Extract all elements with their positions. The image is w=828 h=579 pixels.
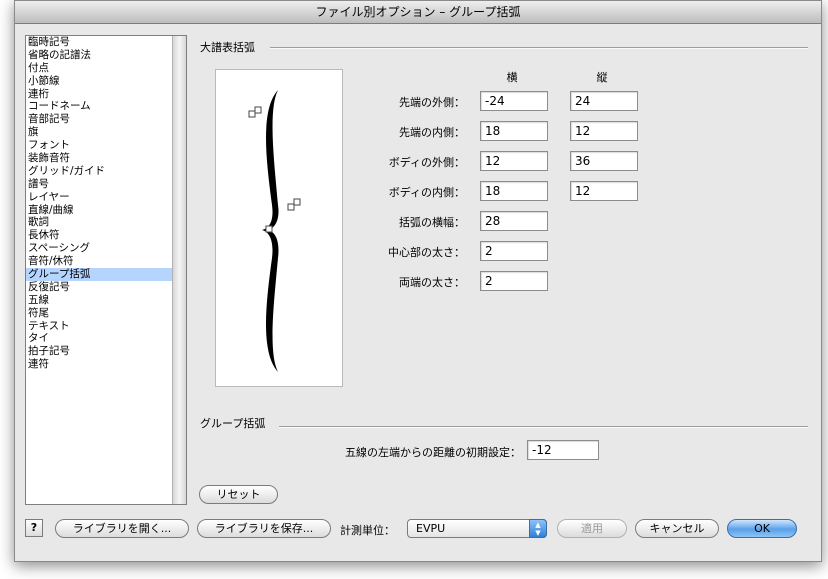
sidebar-item[interactable]: グリッド/ガイド	[26, 165, 172, 178]
vertical-field[interactable]: 12	[570, 121, 638, 141]
row-label: 両端の太さ：	[399, 276, 465, 289]
horizontal-field[interactable]: 12	[480, 151, 548, 171]
sidebar-item[interactable]: 連桁	[26, 88, 172, 101]
vertical-field[interactable]: 24	[570, 91, 638, 111]
handle-center-icon[interactable]	[265, 225, 273, 233]
sidebar-item[interactable]: タイ	[26, 332, 172, 345]
category-list[interactable]: 臨時記号 省略の記譜法 付点 小節線 連桁 コードネーム 音部記号旗フォント 装飾音符 グリッド…	[25, 35, 187, 505]
sidebar-item[interactable]: グループ括弧	[26, 268, 172, 281]
options-window: ファイル別オプション – グループ括弧 臨時記号 省略の記譜法 付点 小節線 連桁 コード…	[14, 0, 822, 562]
bracket-preview-graphic	[248, 90, 301, 372]
group-section-divider	[279, 426, 808, 428]
sidebar-item[interactable]: 小節線	[26, 75, 172, 88]
handle-top-icon[interactable]	[248, 106, 262, 118]
sidebar-item[interactable]: 旗	[26, 126, 172, 139]
sidebar-item[interactable]: テキスト	[26, 320, 172, 333]
row-label: 中心部の太さ：	[388, 246, 465, 259]
sidebar-item[interactable]: 譜号	[26, 178, 172, 191]
apply-button[interactable]: 適用	[557, 519, 627, 538]
units-select[interactable]: EVPU ▲ ▼	[407, 519, 547, 538]
sidebar-item[interactable]: 装飾音符	[26, 152, 172, 165]
sidebar-item[interactable]: コードネーム	[26, 100, 172, 113]
select-arrows-icon: ▲ ▼	[529, 519, 547, 538]
bracket-section-divider	[270, 47, 808, 49]
sidebar-item[interactable]: フォント	[26, 139, 172, 152]
vertical-field[interactable]: 12	[570, 181, 638, 201]
units-label: 計測単位：	[340, 524, 395, 537]
sidebar-item[interactable]: 連符	[26, 358, 172, 371]
vertical-field[interactable]: 36	[570, 151, 638, 171]
sidebar-item[interactable]: 歌詞	[26, 216, 172, 229]
sidebar-item[interactable]: スペーシング	[26, 242, 172, 255]
row-label: 先端の内側：	[399, 126, 465, 139]
sidebar-item[interactable]: レイヤー	[26, 191, 172, 204]
reset-button[interactable]: リセット	[199, 485, 278, 504]
category-list-scrollbar[interactable]	[172, 36, 186, 504]
row-label: 括弧の横幅：	[399, 216, 465, 229]
sidebar-item[interactable]: 長休符	[26, 229, 172, 242]
sidebar-item[interactable]: 臨時記号	[26, 36, 172, 49]
horizontal-field[interactable]: -24	[480, 91, 548, 111]
help-button[interactable]: ?	[25, 519, 43, 537]
row-label: 先端の外側：	[399, 96, 465, 109]
category-list-items: 臨時記号 省略の記譜法 付点 小節線 連桁 コードネーム 音部記号旗フォント 装飾音符 グリッド…	[26, 36, 172, 371]
horizontal-field[interactable]: 28	[480, 211, 548, 231]
bracket-preview[interactable]	[215, 69, 343, 387]
sidebar-item[interactable]: 付点	[26, 62, 172, 75]
horizontal-field[interactable]: 18	[480, 121, 548, 141]
col-header-vertical: 縦	[596, 71, 608, 84]
window-title: ファイル別オプション – グループ括弧	[15, 1, 821, 24]
row-label: ボディの内側：	[388, 186, 465, 199]
group-section-title: グループ括弧	[200, 417, 266, 430]
cancel-button[interactable]: キャンセル	[635, 519, 719, 538]
sidebar-item[interactable]: 省略の記譜法	[26, 49, 172, 62]
col-header-horizontal: 横	[506, 71, 518, 84]
ok-button[interactable]: OK	[727, 519, 797, 538]
save-library-button[interactable]: ライブラリを保存...	[197, 519, 331, 538]
horizontal-field[interactable]: 2	[480, 241, 548, 261]
sidebar-item[interactable]: 反復記号	[26, 281, 172, 294]
sidebar-item[interactable]: 音符/休符	[26, 255, 172, 268]
sidebar-item[interactable]: 音部記号	[26, 113, 172, 126]
sidebar-item[interactable]: 直線/曲線	[26, 204, 172, 217]
units-select-value: EVPU	[416, 522, 446, 535]
horizontal-field[interactable]: 18	[480, 181, 548, 201]
sidebar-item[interactable]: 五線	[26, 294, 172, 307]
horizontal-field[interactable]: 2	[480, 271, 548, 291]
bracket-section-title: 大譜表括弧	[200, 41, 255, 54]
distance-field[interactable]: -12	[527, 440, 599, 460]
handle-body-icon[interactable]	[287, 198, 301, 211]
open-library-button[interactable]: ライブラリを開く...	[55, 519, 189, 538]
sidebar-item[interactable]: 拍子記号	[26, 345, 172, 358]
row-label: ボディの外側：	[388, 156, 465, 169]
sidebar-item[interactable]: 符尾	[26, 307, 172, 320]
distance-label: 五線の左端からの距離の初期設定：	[345, 446, 521, 459]
